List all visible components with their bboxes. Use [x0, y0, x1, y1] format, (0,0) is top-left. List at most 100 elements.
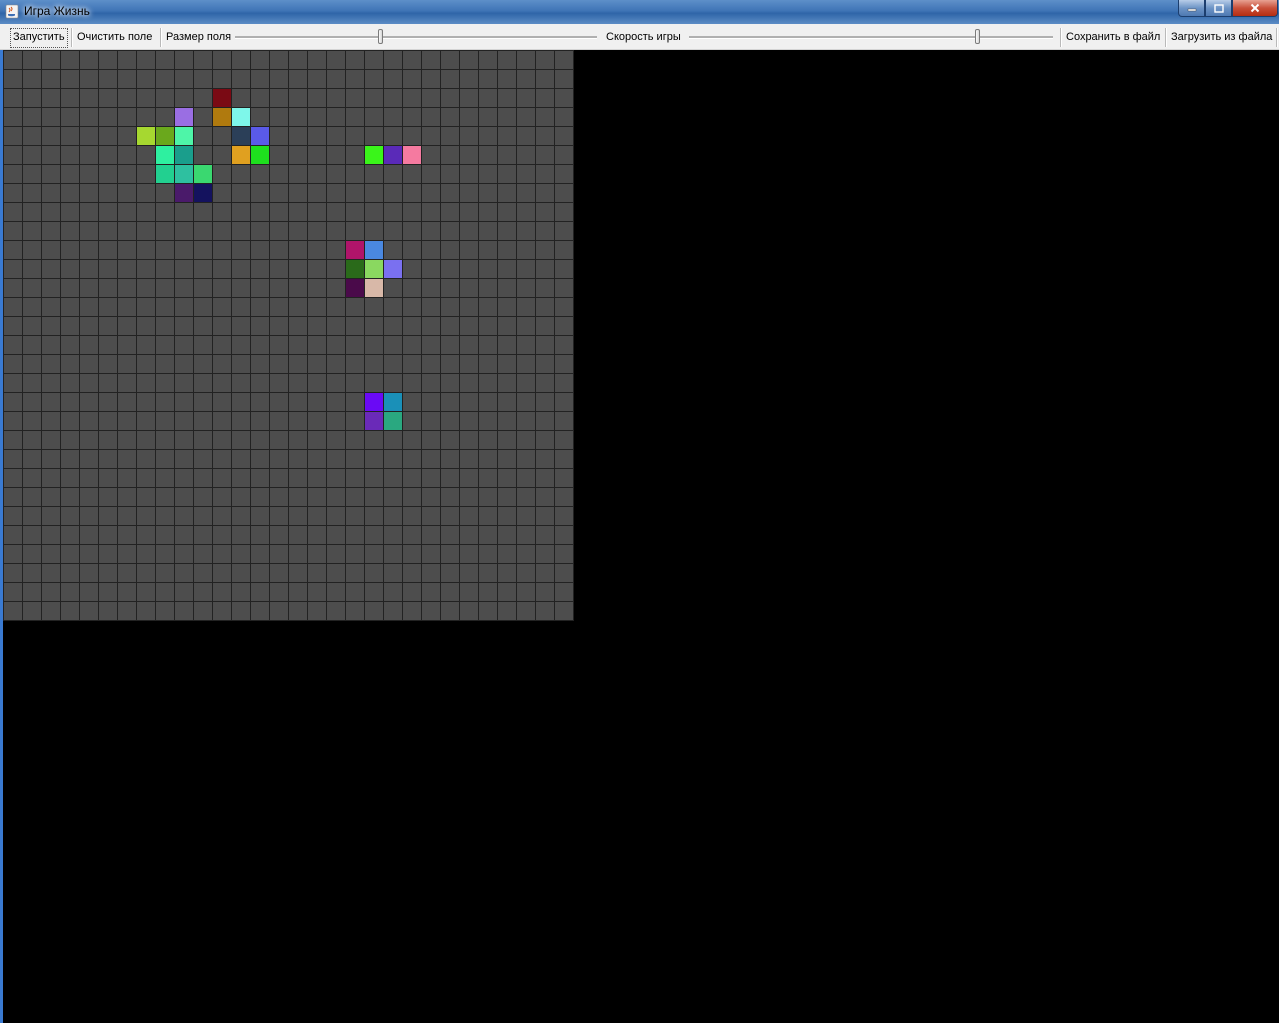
board-cell[interactable]: [232, 393, 250, 411]
board-cell[interactable]: [42, 203, 60, 221]
board-cell[interactable]: [156, 260, 174, 278]
board-cell[interactable]: [4, 355, 22, 373]
board-cell[interactable]: [441, 70, 459, 88]
board-cell[interactable]: [61, 89, 79, 107]
live-cell[interactable]: [384, 146, 402, 164]
board-cell[interactable]: [99, 507, 117, 525]
board-cell[interactable]: [99, 127, 117, 145]
board-cell[interactable]: [80, 507, 98, 525]
board-cell[interactable]: [232, 222, 250, 240]
board-cell[interactable]: [308, 222, 326, 240]
board-cell[interactable]: [137, 203, 155, 221]
board-cell[interactable]: [175, 336, 193, 354]
board-cell[interactable]: [479, 507, 497, 525]
board-cell[interactable]: [137, 393, 155, 411]
board-cell[interactable]: [517, 108, 535, 126]
board-cell[interactable]: [42, 450, 60, 468]
board-cell[interactable]: [479, 184, 497, 202]
board-cell[interactable]: [327, 564, 345, 582]
board-cell[interactable]: [517, 526, 535, 544]
board-cell[interactable]: [403, 393, 421, 411]
board-cell[interactable]: [403, 374, 421, 392]
board-cell[interactable]: [99, 374, 117, 392]
board-cell[interactable]: [137, 108, 155, 126]
board-cell[interactable]: [61, 241, 79, 259]
board-cell[interactable]: [137, 526, 155, 544]
board-cell[interactable]: [251, 203, 269, 221]
board-cell[interactable]: [403, 279, 421, 297]
board-cell[interactable]: [42, 526, 60, 544]
board-cell[interactable]: [479, 545, 497, 563]
board-cell[interactable]: [175, 51, 193, 69]
board-cell[interactable]: [536, 374, 554, 392]
board-cell[interactable]: [403, 488, 421, 506]
board-cell[interactable]: [80, 222, 98, 240]
board-cell[interactable]: [118, 165, 136, 183]
board-cell[interactable]: [441, 488, 459, 506]
board-cell[interactable]: [61, 127, 79, 145]
board-cell[interactable]: [99, 146, 117, 164]
board-cell[interactable]: [42, 51, 60, 69]
board-cell[interactable]: [441, 469, 459, 487]
board-cell[interactable]: [23, 412, 41, 430]
board-cell[interactable]: [517, 488, 535, 506]
board-cell[interactable]: [42, 488, 60, 506]
board-cell[interactable]: [289, 298, 307, 316]
board-cell[interactable]: [156, 450, 174, 468]
board-cell[interactable]: [61, 203, 79, 221]
board-cell[interactable]: [422, 545, 440, 563]
board-cell[interactable]: [156, 317, 174, 335]
board-cell[interactable]: [498, 146, 516, 164]
board-cell[interactable]: [460, 165, 478, 183]
board-cell[interactable]: [61, 146, 79, 164]
board-cell[interactable]: [460, 564, 478, 582]
board-cell[interactable]: [365, 431, 383, 449]
board-cell[interactable]: [137, 70, 155, 88]
board-cell[interactable]: [365, 203, 383, 221]
board-cell[interactable]: [498, 70, 516, 88]
board-cell[interactable]: [23, 602, 41, 620]
board-cell[interactable]: [365, 355, 383, 373]
board-cell[interactable]: [232, 336, 250, 354]
board-cell[interactable]: [308, 602, 326, 620]
board-cell[interactable]: [517, 165, 535, 183]
board-cell[interactable]: [384, 564, 402, 582]
board-cell[interactable]: [536, 51, 554, 69]
board-cell[interactable]: [308, 393, 326, 411]
board-cell[interactable]: [327, 507, 345, 525]
board-cell[interactable]: [4, 108, 22, 126]
board-cell[interactable]: [403, 260, 421, 278]
board-cell[interactable]: [384, 431, 402, 449]
board-cell[interactable]: [327, 70, 345, 88]
board-cell[interactable]: [517, 279, 535, 297]
board-cell[interactable]: [118, 355, 136, 373]
board-cell[interactable]: [118, 89, 136, 107]
board-cell[interactable]: [80, 184, 98, 202]
board-cell[interactable]: [346, 450, 364, 468]
board-cell[interactable]: [23, 260, 41, 278]
board-cell[interactable]: [4, 51, 22, 69]
board-cell[interactable]: [289, 165, 307, 183]
board-cell[interactable]: [270, 108, 288, 126]
board-cell[interactable]: [23, 583, 41, 601]
board-cell[interactable]: [232, 602, 250, 620]
board-cell[interactable]: [23, 393, 41, 411]
board-cell[interactable]: [194, 412, 212, 430]
board-cell[interactable]: [232, 564, 250, 582]
board-cell[interactable]: [80, 108, 98, 126]
board-cell[interactable]: [517, 127, 535, 145]
board-cell[interactable]: [23, 526, 41, 544]
board-cell[interactable]: [479, 108, 497, 126]
board-cell[interactable]: [137, 412, 155, 430]
board-cell[interactable]: [308, 260, 326, 278]
board-cell[interactable]: [99, 336, 117, 354]
board-cell[interactable]: [346, 431, 364, 449]
board-cell[interactable]: [23, 70, 41, 88]
board-cell[interactable]: [308, 526, 326, 544]
board-cell[interactable]: [251, 507, 269, 525]
board-cell[interactable]: [555, 374, 573, 392]
board-cell[interactable]: [213, 203, 231, 221]
board-cell[interactable]: [422, 298, 440, 316]
board-cell[interactable]: [441, 89, 459, 107]
board-cell[interactable]: [118, 222, 136, 240]
